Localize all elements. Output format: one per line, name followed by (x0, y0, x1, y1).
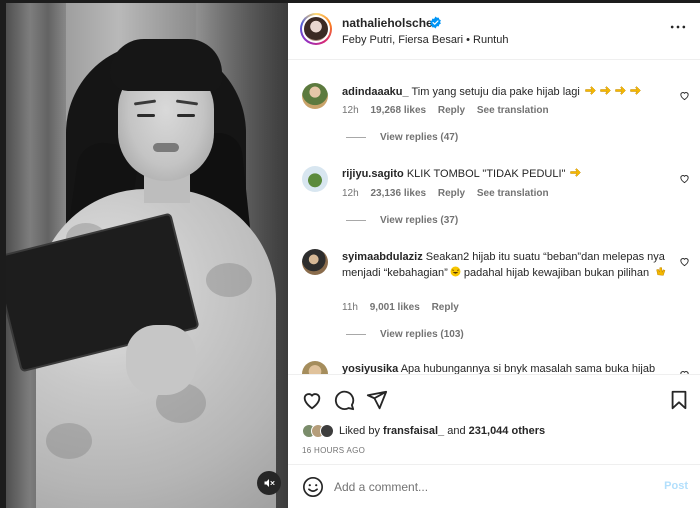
view-replies-label: View replies (103) (380, 329, 464, 340)
comment-username[interactable]: adindaaaku_ (342, 86, 409, 98)
comment-likes[interactable]: 19,268 likes (370, 105, 426, 116)
comment-text: adindaaaku_ Tim yang setuju dia pake hij… (342, 84, 672, 100)
comment-meta: 11h 9,001 likes Reply (342, 302, 468, 313)
view-replies-button[interactable]: View replies (47) (346, 132, 458, 143)
liked-by-user-link[interactable]: fransfaisal_ (383, 425, 444, 437)
liked-by-and: and (444, 425, 469, 437)
blouse-flower (206, 263, 252, 297)
bookmark-icon[interactable] (668, 389, 690, 411)
comment-body: KLIK TOMBOL "TIDAK PEDULI" (406, 168, 566, 180)
clapping-hands-emoji (652, 267, 667, 279)
view-replies-label: View replies (37) (380, 215, 459, 226)
post-header: nathalieholscher Feby Putri, Fiersa Besa… (288, 3, 700, 60)
comment-text: yosiyusika Apa hubungannya si bnyk masal… (342, 361, 672, 374)
comment-text: rijiyu.sagito KLIK TOMBOL "TIDAK PEDULI" (342, 166, 672, 182)
comment-meta: 12h 19,268 likes Reply See translation (342, 105, 558, 116)
reply-button[interactable]: Reply (438, 188, 465, 199)
comment-time[interactable]: 12h (342, 105, 359, 116)
reply-button[interactable]: Reply (432, 302, 459, 313)
view-replies-button[interactable]: View replies (103) (346, 329, 464, 340)
smiley-icon[interactable] (302, 476, 324, 498)
hair-fringe (110, 39, 222, 91)
reply-button[interactable]: Reply (438, 105, 465, 116)
post-media-video[interactable] (6, 3, 288, 508)
comment-time[interactable]: 12h (342, 188, 359, 199)
comment-meta: 12h 23,136 likes Reply See translation (342, 188, 558, 199)
comment-likes[interactable]: 23,136 likes (370, 188, 426, 199)
comment-username[interactable]: yosiyusika (342, 363, 398, 374)
comment-likes[interactable]: 9,001 likes (370, 302, 420, 313)
verified-badge-icon (430, 16, 441, 29)
post-comment-button[interactable]: Post (664, 480, 688, 492)
blouse-flower (46, 423, 92, 459)
author-username[interactable]: nathalieholscher (342, 16, 437, 30)
comments-list[interactable]: adindaaaku_ Tim yang setuju dia pake hij… (288, 61, 700, 374)
comment-text: syimaabdulaziz Seakan2 hijab itu suatu “… (342, 249, 672, 281)
laughing-emoji (448, 266, 461, 279)
liked-by-row: Liked by fransfaisal_ and 231,044 others (302, 424, 545, 438)
paper-plane-icon[interactable] (366, 389, 388, 411)
closed-eye (177, 114, 195, 117)
more-horizontal-icon[interactable] (668, 17, 688, 37)
view-replies-label: View replies (47) (380, 132, 459, 143)
pointing-hand-emoji (568, 168, 583, 180)
audio-track-label[interactable]: Feby Putri, Fiersa Besari • Runtuh (342, 34, 508, 46)
add-comment-input[interactable] (334, 477, 634, 497)
speaker-muted-icon (264, 479, 275, 487)
post-side-panel: nathalieholscher Feby Putri, Fiersa Besa… (288, 3, 700, 508)
comment-body: Apa hubungannya si bnyk masalah sama buk… (400, 363, 656, 374)
post-timestamp[interactable]: 16 HOURS AGO (302, 446, 365, 455)
liker-avatar[interactable] (320, 424, 334, 438)
commenter-avatar[interactable] (302, 83, 328, 109)
comment-icon[interactable] (333, 389, 355, 411)
comment-time[interactable]: 11h (342, 302, 358, 313)
heart-icon[interactable] (679, 90, 690, 101)
heart-icon[interactable] (679, 173, 690, 184)
heart-icon[interactable] (679, 256, 690, 267)
lips (153, 143, 179, 152)
liked-by-count-link[interactable]: 231,044 others (469, 425, 545, 437)
see-translation-button[interactable]: See translation (477, 105, 549, 116)
liked-by-prefix: Liked by (339, 425, 384, 437)
view-replies-button[interactable]: View replies (37) (346, 215, 458, 226)
post-actions: Liked by fransfaisal_ and 231,044 others… (288, 374, 700, 464)
comment-username[interactable]: syimaabdulaziz (342, 251, 423, 263)
comment-username[interactable]: rijiyu.sagito (342, 168, 404, 180)
add-comment-bar: Post (288, 464, 700, 508)
see-translation-button[interactable]: See translation (477, 188, 549, 199)
closed-eye (137, 114, 155, 117)
comment-body-continued: padahal hijab kewajiban bukan pilihan (460, 267, 650, 279)
commenter-avatar[interactable] (302, 166, 328, 192)
commenter-avatar[interactable] (302, 361, 328, 374)
pointing-hand-emoji (583, 86, 643, 98)
author-avatar[interactable] (300, 13, 332, 45)
heart-icon[interactable] (301, 389, 323, 411)
hand (126, 325, 196, 395)
commenter-avatar[interactable] (302, 249, 328, 275)
comment-body: Tim yang setuju dia pake hijab lagi (411, 86, 580, 98)
mute-button[interactable] (257, 471, 281, 495)
liked-by-text: Liked by fransfaisal_ and 231,044 others (339, 425, 545, 437)
